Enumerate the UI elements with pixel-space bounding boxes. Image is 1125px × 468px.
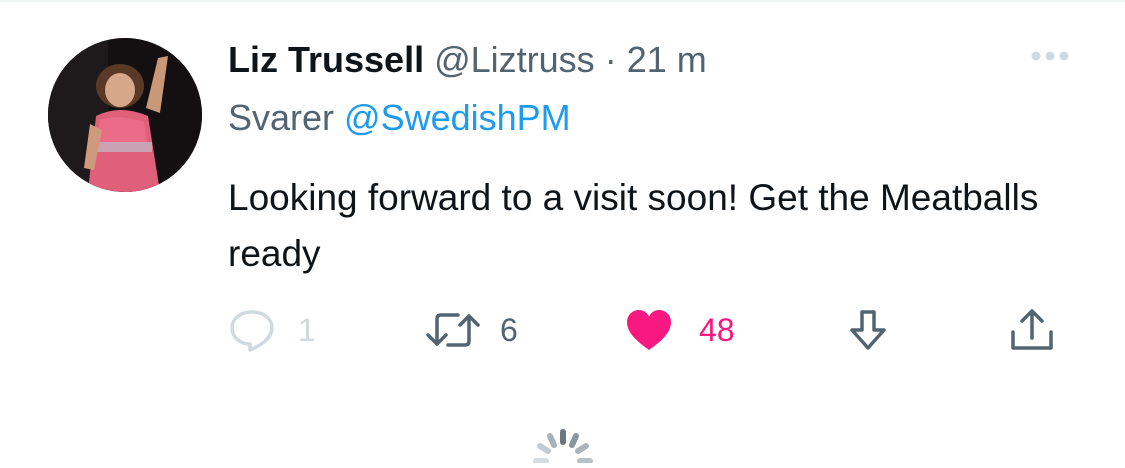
tweet-text: Looking forward to a visit soon! Get the… bbox=[228, 177, 1039, 274]
reply-mention-link[interactable]: @SwedishPM bbox=[344, 97, 571, 138]
retweet-arrows-icon bbox=[426, 313, 480, 347]
share-button[interactable] bbox=[1008, 306, 1056, 354]
avatar-photo bbox=[48, 38, 202, 192]
share-upload-icon bbox=[1011, 309, 1053, 350]
speech-bubble-icon bbox=[230, 310, 274, 352]
heart-icon bbox=[627, 310, 671, 350]
avatar[interactable] bbox=[48, 38, 202, 192]
more-horizontal-icon bbox=[1031, 51, 1069, 61]
tweet-header: Liz Trussell @Liztruss · 21 m bbox=[228, 38, 707, 82]
retweet-button[interactable]: 6 bbox=[424, 306, 518, 354]
loading-spinner-icon bbox=[528, 428, 598, 464]
reply-count: 1 bbox=[298, 311, 316, 348]
reply-context: Svarer @SwedishPM bbox=[228, 96, 571, 140]
like-count: 48 bbox=[699, 311, 735, 348]
tweet-timestamp[interactable]: 21 m bbox=[627, 39, 707, 80]
like-button[interactable]: 48 bbox=[625, 306, 735, 354]
reply-button[interactable]: 1 bbox=[228, 306, 316, 354]
author-name[interactable]: Liz Trussell bbox=[228, 39, 424, 80]
retweet-count: 6 bbox=[500, 311, 518, 348]
top-divider bbox=[0, 0, 1125, 2]
more-options-button[interactable] bbox=[1030, 44, 1070, 68]
reply-prefix: Svarer bbox=[228, 97, 335, 138]
download-arrow-icon bbox=[850, 310, 886, 350]
download-button[interactable] bbox=[846, 306, 890, 354]
header-separator: · bbox=[604, 39, 617, 80]
author-handle[interactable]: @Liztruss bbox=[434, 39, 595, 80]
